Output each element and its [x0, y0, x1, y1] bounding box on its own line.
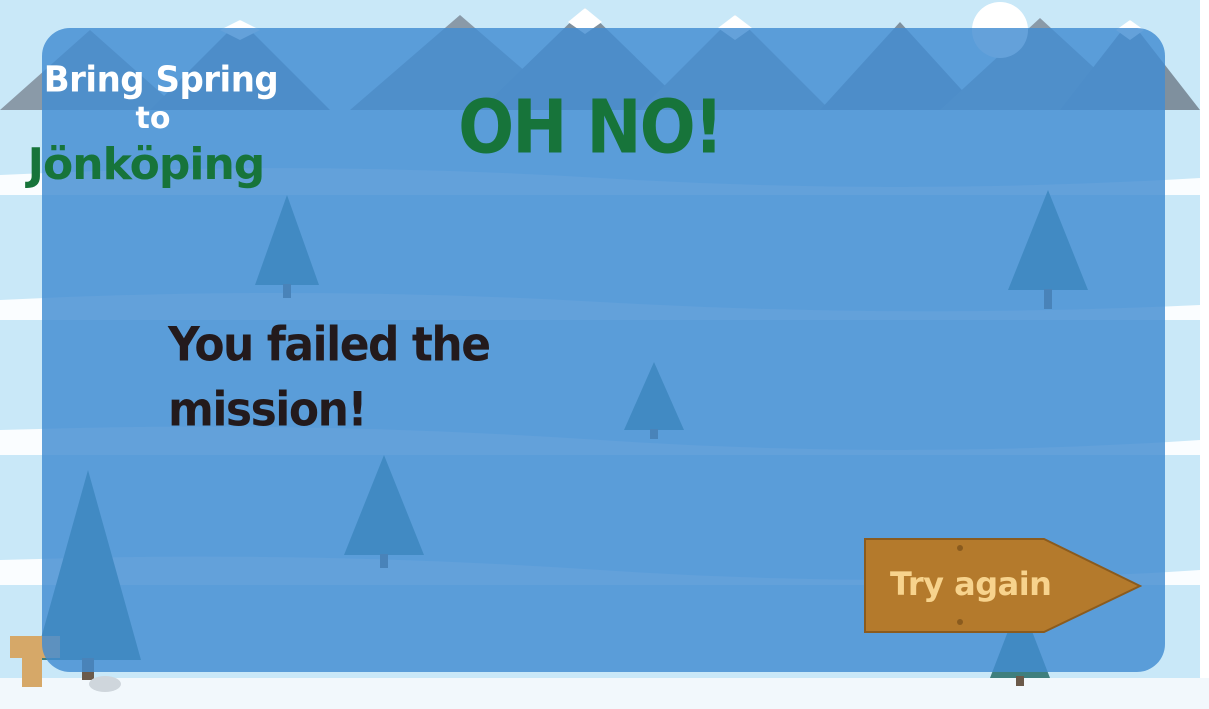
try-again-label: Try again	[890, 565, 1052, 603]
mission-failed-message: You failed the mission!	[168, 317, 491, 438]
logo-title-city: Jönköping	[27, 139, 266, 190]
game-logo: Bring Spring to Jönköping	[28, 59, 282, 192]
logo-title-line2: to	[135, 101, 171, 136]
try-again-button[interactable]: Try again	[864, 538, 1142, 634]
logo-title-line1: Bring Spring	[43, 59, 279, 101]
game-over-title: OH NO!	[458, 84, 724, 171]
